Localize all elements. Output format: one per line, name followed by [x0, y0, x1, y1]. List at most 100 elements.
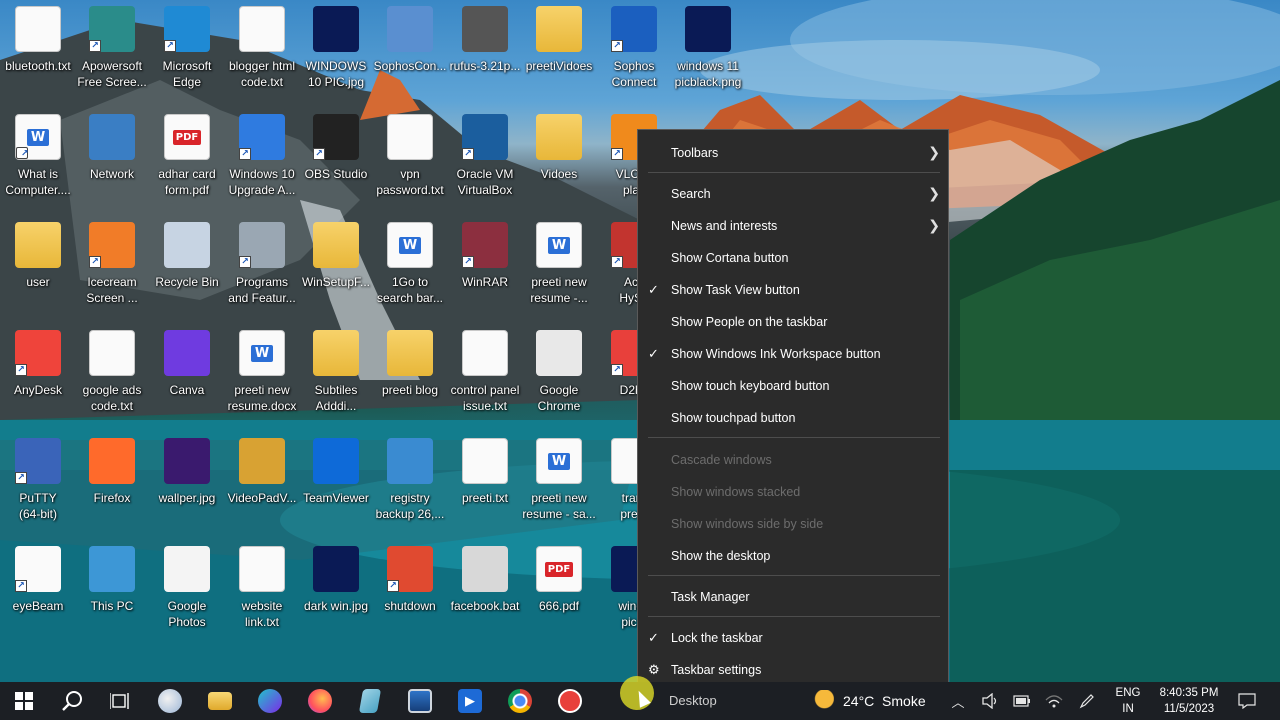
obs-icon: ↗ [313, 114, 359, 160]
canva-button[interactable] [246, 682, 294, 720]
menu-item-show-cortana-button[interactable]: Show Cortana button [638, 243, 948, 273]
desktop-icon-label: Microsoft Edge [162, 59, 212, 89]
media-player-button[interactable]: ▶ [446, 682, 494, 720]
menu-item-label: Toolbars [671, 146, 719, 160]
menu-item-toolbars[interactable]: Toolbars ❯ [638, 138, 948, 168]
desktop-icon[interactable]: bluetooth.txt [0, 0, 76, 104]
d2h-button[interactable] [546, 682, 594, 720]
menu-item-label: Search [671, 187, 711, 201]
desktop-icon[interactable]: PDF adhar card form.pdf [149, 108, 225, 212]
desktop-icon[interactable]: ↗ Windows 10 Upgrade A... [224, 108, 300, 212]
desktop-icon[interactable]: ↗ OBS Studio [298, 108, 374, 212]
desktop-icon[interactable]: Google Photos [149, 540, 225, 644]
desktop-icon[interactable]: PDF 666.pdf [521, 540, 597, 644]
desktop-icon[interactable]: Subtiles Adddi... [298, 324, 374, 428]
windows-ink-button[interactable] [146, 682, 194, 720]
desktop-icon[interactable]: TeamViewer [298, 432, 374, 536]
notepad-button[interactable] [346, 682, 394, 720]
chrome-icon [536, 330, 582, 376]
desktop-icon[interactable]: rufus-3.21p... [447, 0, 523, 104]
menu-item-show-touch-keyboard-button[interactable]: Show touch keyboard button [638, 371, 948, 401]
menu-item-label: Cascade windows [671, 453, 772, 467]
desktop-icon[interactable]: vpn password.txt [372, 108, 448, 212]
battery-icon[interactable] [1013, 692, 1031, 710]
desktop-icon[interactable]: ↗ AnyDesk [0, 324, 76, 428]
desktop-icon[interactable]: ↗ Oracle VM VirtualBox [447, 108, 523, 212]
desktop-icon[interactable]: ↗ Microsoft Edge [149, 0, 225, 104]
desktop-icon[interactable]: ↗ eyeBeam [0, 540, 76, 644]
chevron-up-icon[interactable]: ︿ [949, 692, 967, 711]
desktop-icon[interactable]: This PC [74, 540, 150, 644]
menu-item-cascade-windows: Cascade windows [638, 445, 948, 475]
desktop-icon[interactable]: ↗ Icecream Screen ... [74, 216, 150, 320]
task-view-button[interactable] [96, 682, 144, 720]
desktop-icon-label: Windows 10 Upgrade A... [228, 167, 296, 197]
desktop-icon[interactable]: Canva [149, 324, 225, 428]
menu-item-taskbar-settings[interactable]: ⚙ Taskbar settings [638, 655, 948, 685]
desktop-icon[interactable]: preetiVidoes [521, 0, 597, 104]
desktop-icon[interactable]: WinSetupF... [298, 216, 374, 320]
menu-item-show-people-on-the-taskbar[interactable]: Show People on the taskbar [638, 307, 948, 337]
menu-item-show-windows-ink-workspace-button[interactable]: ✓ Show Windows Ink Workspace button [638, 339, 948, 369]
desktop-icon[interactable]: windows 11 picblack.png [670, 0, 746, 104]
desktop-icon[interactable]: facebook.bat [447, 540, 523, 644]
chrome-button[interactable] [496, 682, 544, 720]
desktop-icon[interactable]: WINDOWS 10 PIC.jpg [298, 0, 374, 104]
remote-desktop-button[interactable] [396, 682, 444, 720]
task-view-icon [110, 693, 129, 709]
desktop-icon[interactable]: google ads code.txt [74, 324, 150, 428]
desktop-icon[interactable]: ↗ shutdown [372, 540, 448, 644]
news-and-interests-widget[interactable]: 24°C Smoke [810, 688, 926, 714]
desktop-icon[interactable]: Firefox [74, 432, 150, 536]
desktop-icon[interactable]: control panel issue.txt [447, 324, 523, 428]
desktop-toolbar-label[interactable]: Desktop [669, 693, 717, 708]
desktop-icon[interactable]: W ↗ What is Computer.... [0, 108, 76, 212]
menu-item-show-touchpad-button[interactable]: Show touchpad button [638, 403, 948, 433]
desktop-icon[interactable]: wallper.jpg [149, 432, 225, 536]
folder-icon [313, 222, 359, 268]
desktop-icon[interactable]: ↗ Apowersoft Free Scree... [74, 0, 150, 104]
search-button[interactable] [48, 682, 96, 720]
desktop-icon[interactable]: Vidoes [521, 108, 597, 212]
desktop-icon[interactable]: Wpreeti new resume.docx [224, 324, 300, 428]
desktop-icon[interactable]: Recycle Bin [149, 216, 225, 320]
start-button[interactable] [0, 682, 48, 720]
desktop-icon[interactable]: Wpreeti new resume - sa... [521, 432, 597, 536]
desktop-icon-label: WinSetupF... [301, 275, 371, 289]
desktop-icon[interactable]: ↗ Sophos Connect [596, 0, 672, 104]
action-center-button[interactable] [1237, 692, 1257, 710]
shortcut-arrow-icon: ↗ [16, 147, 29, 159]
desktop-icon[interactable]: ↗ PuTTY (64-bit) [0, 432, 76, 536]
desktop-icon[interactable]: registry backup 26,... [372, 432, 448, 536]
menu-item-news-and-interests[interactable]: News and interests ❯ [638, 211, 948, 241]
pen-icon[interactable] [1078, 692, 1096, 710]
desktop-icon-label: Recycle Bin [155, 275, 219, 289]
desktop-icon[interactable]: dark win.jpg [298, 540, 374, 644]
desktop-icon[interactable]: preeti blog [372, 324, 448, 428]
desktop-icon[interactable]: Google Chrome [521, 324, 597, 428]
file-explorer-button[interactable] [196, 682, 244, 720]
desktop-icon[interactable]: SophosCon... [372, 0, 448, 104]
menu-item-show-the-desktop[interactable]: Show the desktop [638, 541, 948, 571]
desktop-icon[interactable]: preeti.txt [447, 432, 523, 536]
desktop-icon-label: SophosCon... [373, 59, 447, 73]
desktop-icon[interactable]: ↗ WinRAR [447, 216, 523, 320]
menu-item-show-task-view-button[interactable]: ✓ Show Task View button [638, 275, 948, 305]
desktop-icon[interactable]: user [0, 216, 76, 320]
menu-item-search[interactable]: Search ❯ [638, 179, 948, 209]
wifi-icon[interactable] [1045, 692, 1063, 710]
speaker-icon[interactable] [981, 692, 999, 710]
desktop-icon[interactable]: VideoPadV... [224, 432, 300, 536]
input-language-indicator[interactable]: ENG IN [1113, 685, 1143, 717]
desktop-icon[interactable]: Wpreeti new resume -... [521, 216, 597, 320]
desktop-icon[interactable]: W 1Go to search bar... [372, 216, 448, 320]
system-clock[interactable]: 8:40:35 PM 11/5/2023 [1150, 685, 1228, 717]
menu-item-task-manager[interactable]: Task Manager [638, 582, 948, 612]
notepad-icon [358, 689, 382, 713]
desktop-icon[interactable]: website link.txt [224, 540, 300, 644]
desktop-icon[interactable]: blogger html code.txt [224, 0, 300, 104]
desktop-icon[interactable]: Network [74, 108, 150, 212]
menu-item-lock-the-taskbar[interactable]: ✓ Lock the taskbar [638, 623, 948, 653]
firefox-button[interactable] [296, 682, 344, 720]
desktop-icon[interactable]: ↗ Programs and Featur... [224, 216, 300, 320]
